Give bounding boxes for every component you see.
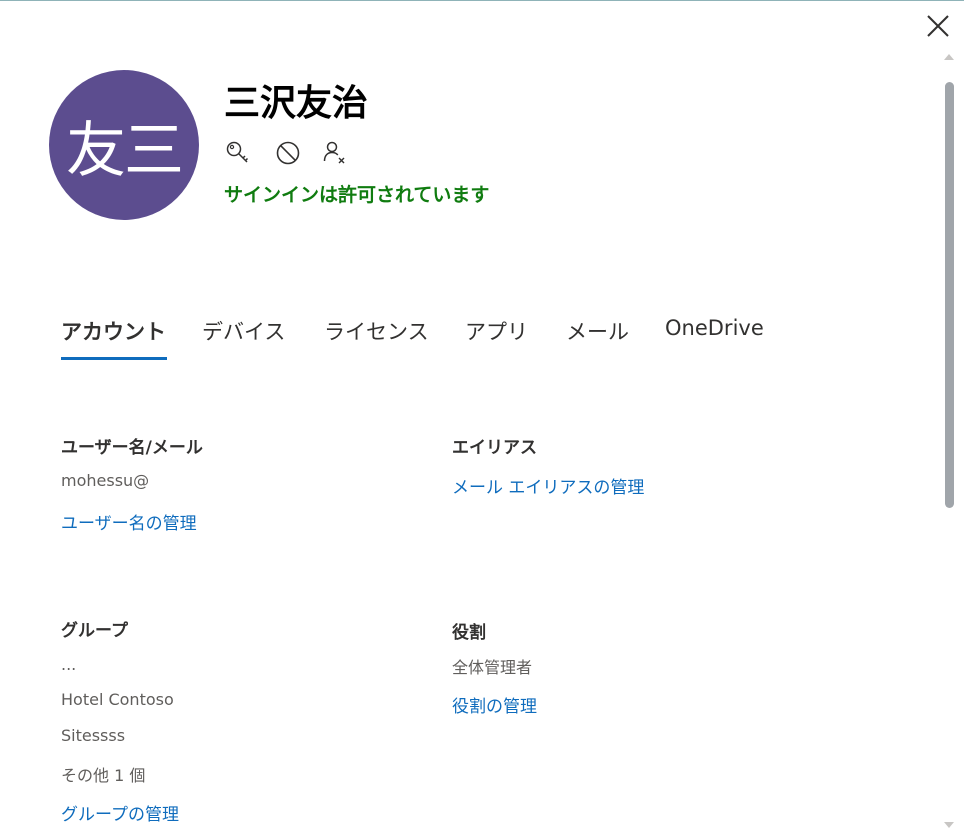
user-display-name: 三沢友治 xyxy=(224,83,369,124)
groups-more-count: その他 1 個 xyxy=(61,766,146,785)
close-button[interactable] xyxy=(924,12,952,40)
panel-top-border xyxy=(0,0,964,1)
avatar-initials: 友三 xyxy=(66,115,184,186)
aliases-label: エイリアス xyxy=(452,438,537,458)
key-icon xyxy=(226,141,249,163)
scroll-up-arrow-icon[interactable] xyxy=(944,54,954,60)
avatar: 友三 xyxy=(49,70,199,220)
manage-aliases-link[interactable]: メール エイリアスの管理 xyxy=(452,473,644,498)
reset-password-button[interactable] xyxy=(225,140,251,166)
manage-roles-link[interactable]: 役割の管理 xyxy=(452,692,537,717)
manage-groups-link[interactable]: グループの管理 xyxy=(61,800,179,825)
group-item: Sitessss xyxy=(61,726,126,745)
close-icon xyxy=(927,15,949,37)
tab-devices[interactable]: デバイス xyxy=(202,316,285,346)
delete-user-button[interactable] xyxy=(322,140,348,166)
username-label: ユーザー名/メール xyxy=(61,438,203,458)
tab-mail[interactable]: メール xyxy=(566,316,629,346)
group-item: Hotel Contoso xyxy=(61,690,174,709)
scroll-down-arrow-icon[interactable] xyxy=(944,822,954,828)
remove-user-icon xyxy=(323,141,345,164)
manage-username-link[interactable]: ユーザー名の管理 xyxy=(61,509,197,534)
groups-label: グループ xyxy=(61,621,128,641)
tab-apps[interactable]: アプリ xyxy=(465,316,528,346)
tab-onedrive[interactable]: OneDrive xyxy=(665,316,764,340)
active-tab-indicator xyxy=(61,357,167,360)
block-icon xyxy=(276,141,300,165)
tab-account[interactable]: アカウント xyxy=(61,316,166,346)
tab-licenses[interactable]: ライセンス xyxy=(324,316,429,346)
username-value: mohessu@ xyxy=(61,471,150,490)
scrollbar-thumb[interactable] xyxy=(945,82,954,508)
signin-status: サインインは許可されています xyxy=(224,184,490,206)
roles-value: 全体管理者 xyxy=(452,658,533,677)
group-item: ... xyxy=(61,655,77,674)
roles-label: 役割 xyxy=(452,623,486,643)
block-signin-button[interactable] xyxy=(275,140,301,166)
